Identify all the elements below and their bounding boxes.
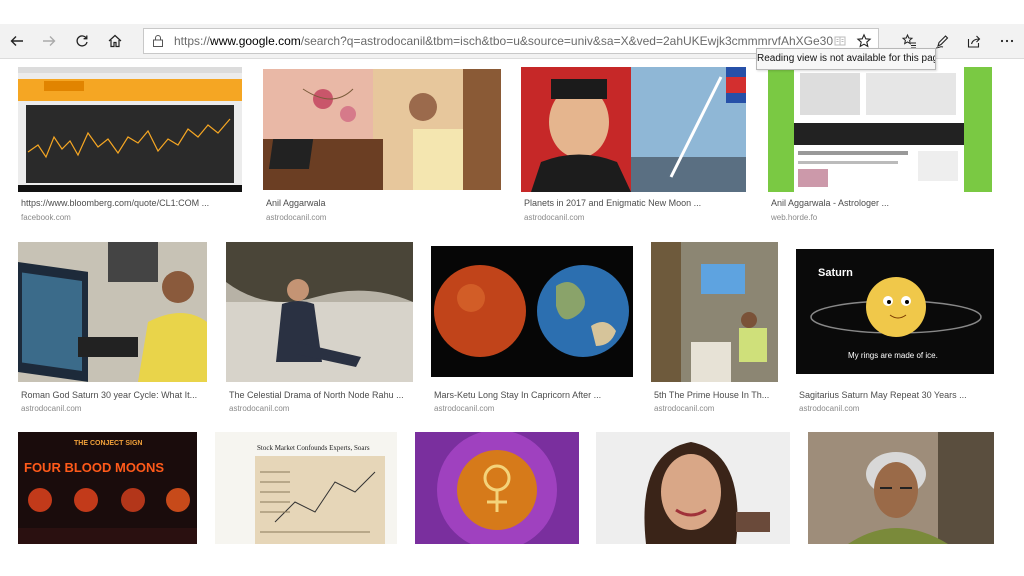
result-thumbnail[interactable]: Stock Market Confounds Experts, Soars xyxy=(215,432,397,544)
result-source: astrodocanil.com xyxy=(799,404,860,413)
more-button[interactable] xyxy=(990,24,1024,58)
result-thumbnail[interactable] xyxy=(18,242,207,382)
url-text[interactable]: https://www.google.com/search?q=astrodoc… xyxy=(174,34,834,48)
result-source: web.horde.fo xyxy=(771,213,818,222)
result-thumbnail[interactable] xyxy=(651,242,778,382)
url-host: www.google.com xyxy=(210,34,301,48)
window-top-strip xyxy=(0,0,1024,25)
bloomberg-chart-image xyxy=(18,67,242,192)
image-result[interactable] xyxy=(808,432,994,544)
blood-moons-image xyxy=(18,432,197,544)
man-on-sofa-image xyxy=(226,242,413,382)
image-result[interactable]: https://www.bloomberg.com/quote/CL1:COM … xyxy=(18,67,242,225)
reading-view-icon[interactable] xyxy=(834,35,846,47)
newspaper-headline: Stock Market Confounds Experts, Soars xyxy=(257,444,370,452)
result-thumbnail[interactable]: THE CONJECT SIGN FOUR BLOOD MOONS xyxy=(18,432,197,544)
image-result[interactable]: THE CONJECT SIGN FOUR BLOOD MOONS xyxy=(18,432,197,544)
image-result[interactable]: Anil Aggarwala - Astrologer ... web.hord… xyxy=(768,67,992,225)
image-result[interactable] xyxy=(596,432,790,544)
office-people-image xyxy=(651,242,778,382)
share-button[interactable] xyxy=(957,24,991,58)
lock-icon xyxy=(153,35,163,47)
result-thumbnail[interactable] xyxy=(521,67,746,192)
result-thumbnail[interactable] xyxy=(415,432,579,544)
result-source: astrodocanil.com xyxy=(229,404,290,413)
result-source: astrodocanil.com xyxy=(434,404,495,413)
refresh-icon xyxy=(76,35,88,47)
image-result[interactable]: 5th The Prime House In Th... astrodocani… xyxy=(651,242,778,416)
pen-icon xyxy=(935,35,949,49)
saturn-text: My rings are made of ice. xyxy=(848,351,938,360)
man-at-desk-image xyxy=(263,69,501,190)
image-result[interactable]: Planets in 2017 and Enigmatic New Moon .… xyxy=(521,67,746,225)
url-path: /search?q=astrodocanil&tbm=isch&tbo=u&so… xyxy=(300,34,834,48)
back-button[interactable] xyxy=(0,24,34,58)
woman-glasses-image xyxy=(808,432,994,544)
astrology-website-image xyxy=(768,67,992,192)
image-result[interactable]: Saturn My rings are made of ice. Sagitar… xyxy=(796,249,994,416)
forward-icon xyxy=(43,36,56,46)
saturn-title: Saturn xyxy=(818,267,853,279)
favorites-hub-icon xyxy=(901,33,916,49)
mars-earth-image xyxy=(431,246,633,377)
image-result[interactable]: Anil Aggarwala astrodocanil.com xyxy=(263,69,501,225)
result-thumbnail[interactable] xyxy=(18,67,242,192)
favorite-star-icon[interactable] xyxy=(856,33,872,49)
result-source: facebook.com xyxy=(21,213,71,222)
more-icon xyxy=(1000,39,1014,43)
result-caption[interactable]: Anil Aggarwala xyxy=(266,198,500,208)
result-caption[interactable]: Sagitarius Saturn May Repeat 30 Years ..… xyxy=(799,390,993,400)
result-caption[interactable]: The Celestial Drama of North Node Rahu .… xyxy=(229,390,412,400)
home-button[interactable] xyxy=(98,24,132,58)
result-thumbnail[interactable] xyxy=(263,69,501,190)
trader-monitors-image xyxy=(18,242,207,382)
image-result[interactable]: Roman God Saturn 30 year Cycle: What It.… xyxy=(18,242,207,416)
refresh-button[interactable] xyxy=(65,24,99,58)
woman-portrait-image xyxy=(596,432,790,544)
share-icon xyxy=(967,35,981,48)
result-thumbnail[interactable] xyxy=(768,67,992,192)
result-source: astrodocanil.com xyxy=(266,213,327,222)
url-prefix: https:// xyxy=(174,34,211,48)
result-thumbnail[interactable] xyxy=(596,432,790,544)
venus-symbol-image xyxy=(415,432,579,544)
result-source: astrodocanil.com xyxy=(654,404,715,413)
result-thumbnail[interactable] xyxy=(808,432,994,544)
back-icon xyxy=(10,36,23,46)
result-source: astrodocanil.com xyxy=(21,404,82,413)
blood-moons-title: FOUR BLOOD MOONS xyxy=(24,460,165,475)
reading-view-tooltip: Reading view is not available for this p… xyxy=(756,48,936,70)
result-caption[interactable]: Anil Aggarwala - Astrologer ... xyxy=(771,198,991,208)
result-caption[interactable]: Roman God Saturn 30 year Cycle: What It.… xyxy=(21,390,206,400)
result-thumbnail[interactable] xyxy=(226,242,413,382)
home-icon xyxy=(108,34,122,48)
result-caption[interactable]: https://www.bloomberg.com/quote/CL1:COM … xyxy=(21,198,241,208)
result-thumbnail[interactable] xyxy=(431,246,633,377)
result-source: astrodocanil.com xyxy=(524,213,585,222)
leader-missile-image xyxy=(521,67,746,192)
image-result[interactable]: Stock Market Confounds Experts, Soars xyxy=(215,432,397,544)
blood-moons-sub: THE CONJECT SIGN xyxy=(74,440,143,447)
forward-button[interactable] xyxy=(32,24,66,58)
image-result[interactable]: Mars-Ketu Long Stay In Capricorn After .… xyxy=(431,246,633,416)
image-result[interactable]: The Celestial Drama of North Node Rahu .… xyxy=(226,242,413,416)
result-caption[interactable]: 5th The Prime House In Th... xyxy=(654,390,777,400)
result-caption[interactable]: Mars-Ketu Long Stay In Capricorn After .… xyxy=(434,390,632,400)
result-thumbnail[interactable]: Saturn My rings are made of ice. xyxy=(796,249,994,374)
result-caption[interactable]: Planets in 2017 and Enigmatic New Moon .… xyxy=(524,198,745,208)
image-result[interactable] xyxy=(415,432,579,544)
